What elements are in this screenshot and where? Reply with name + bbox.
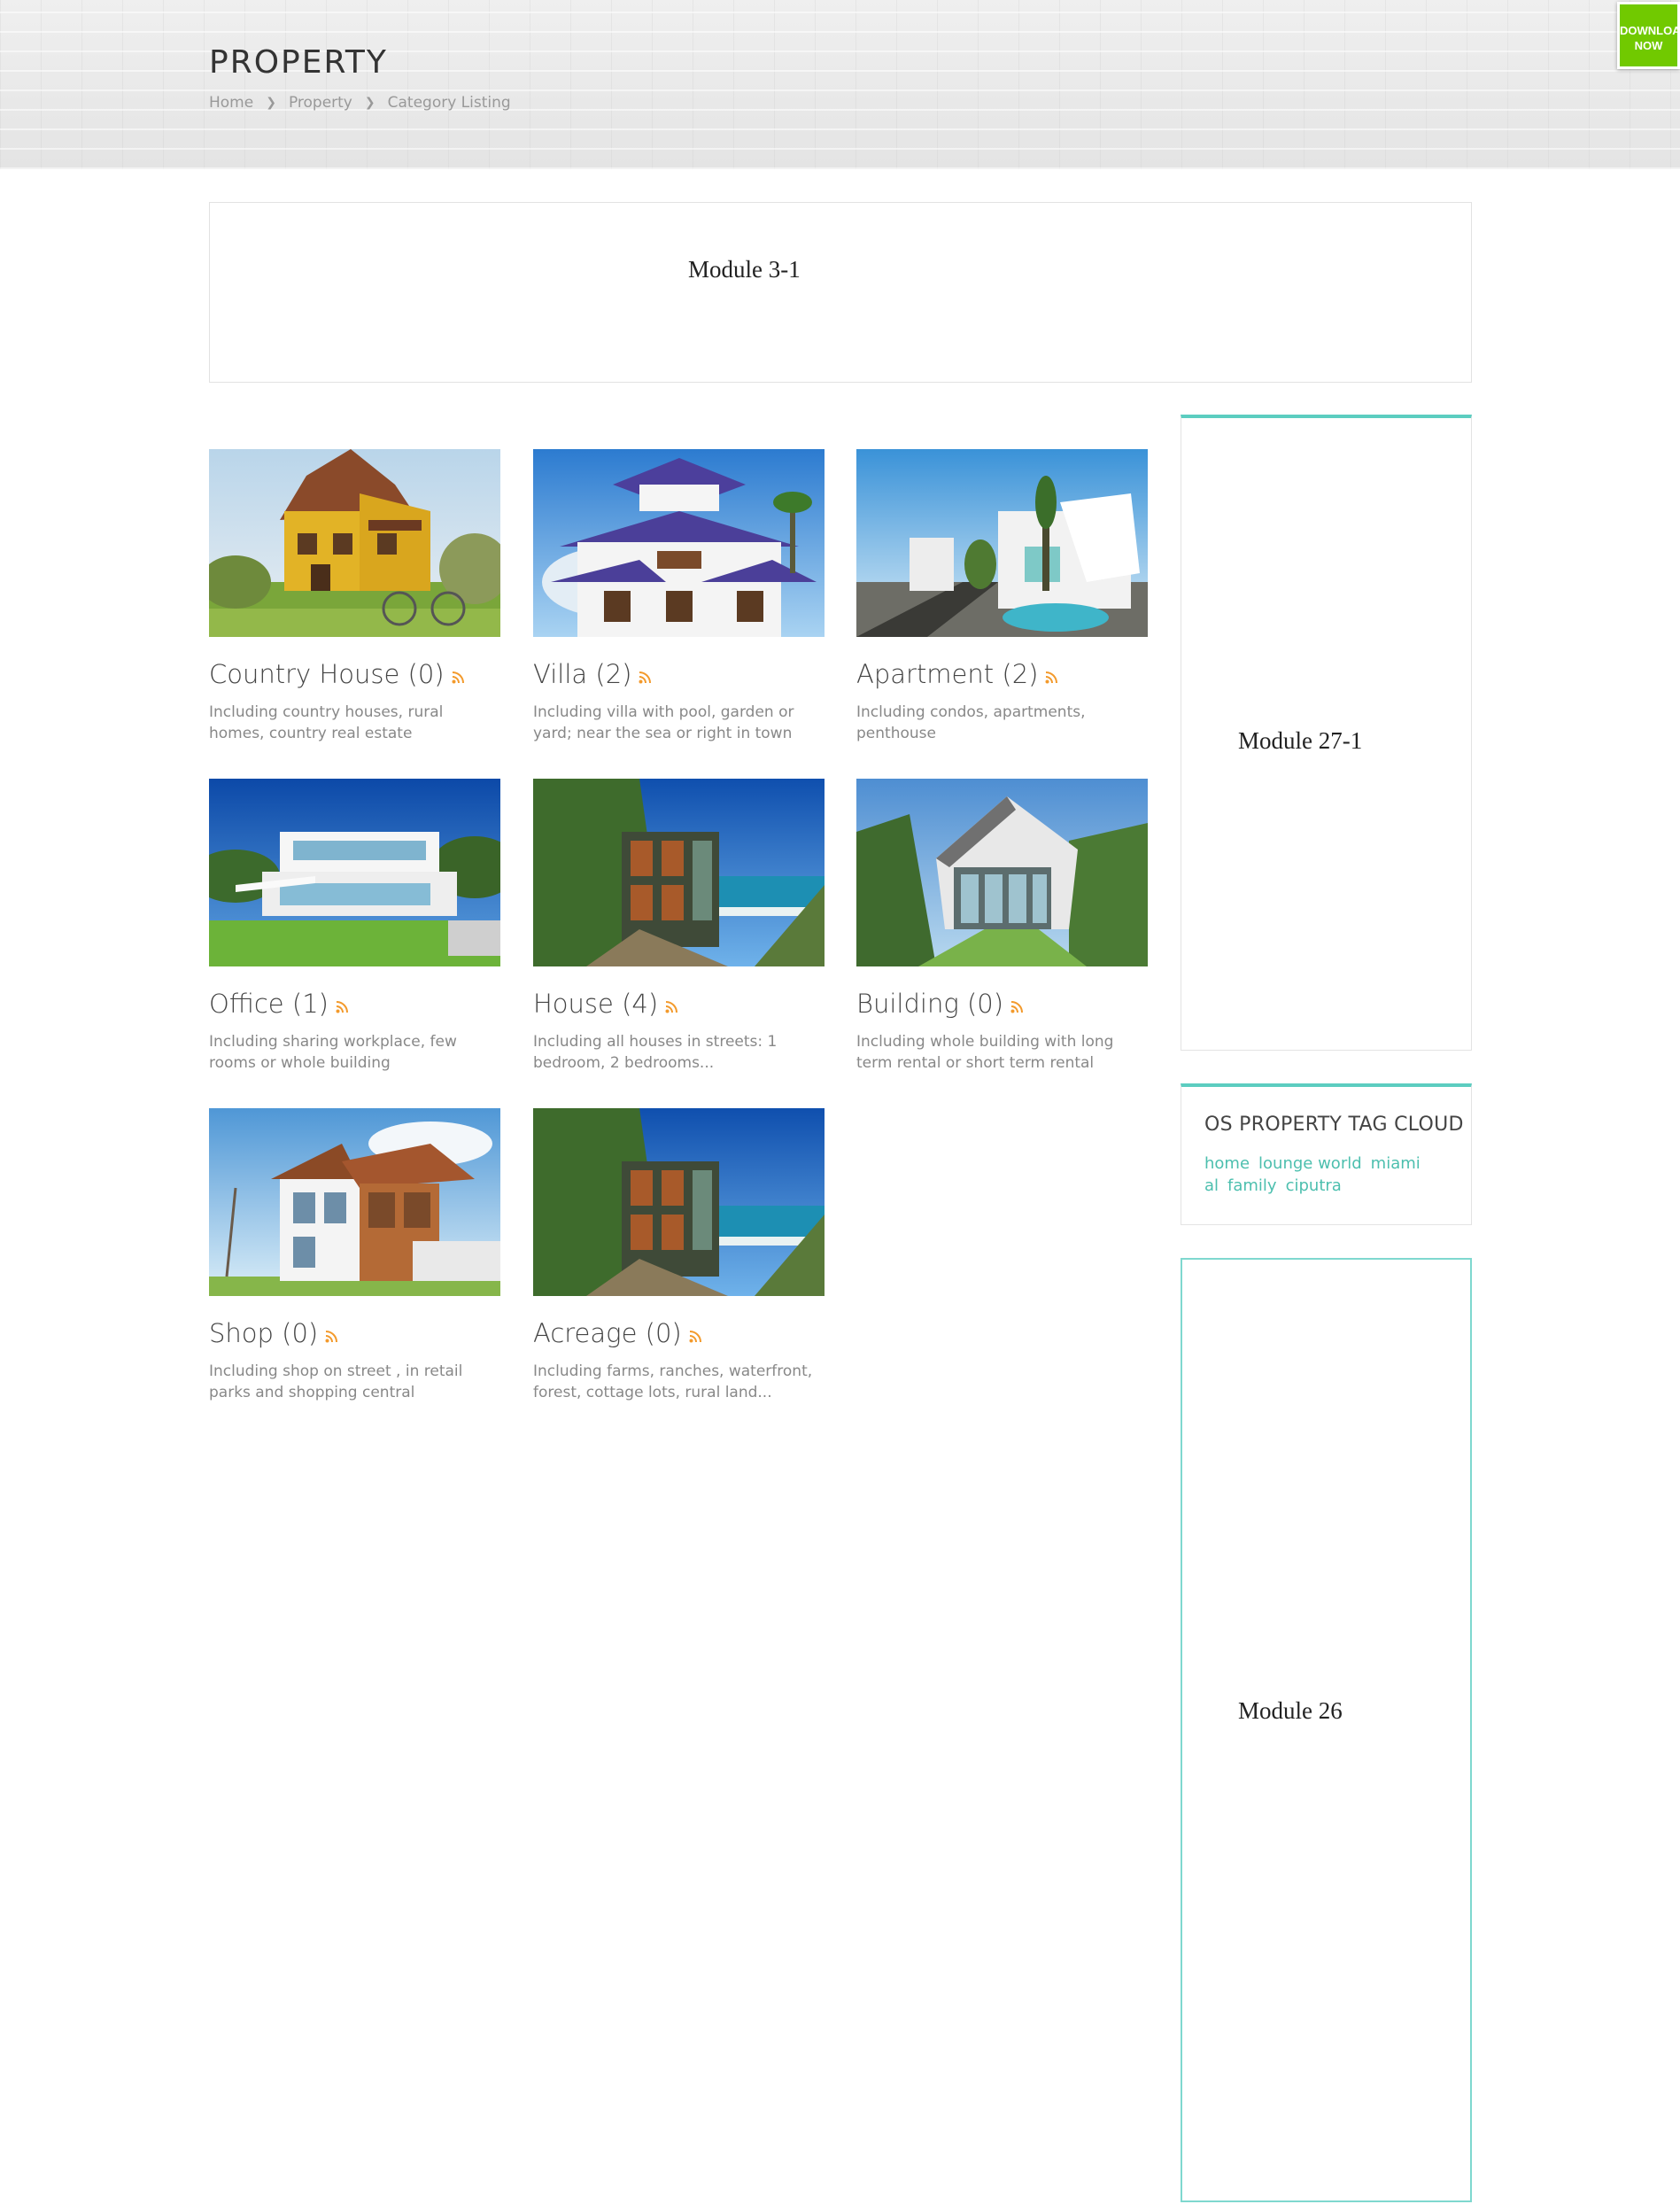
module-26: Module 26 — [1181, 1258, 1472, 2202]
category-description: Including sharing workplace, few rooms o… — [209, 1033, 457, 1072]
category-name[interactable]: Villa — [533, 659, 587, 689]
tag-link[interactable]: home — [1204, 1154, 1250, 1173]
category-name[interactable]: House — [533, 989, 614, 1019]
category-count: (0) — [282, 1318, 319, 1348]
category-description: Including all houses in streets: 1 bedro… — [533, 1033, 778, 1072]
breadcrumb-property[interactable]: Property — [289, 94, 352, 112]
tag-link[interactable]: lounge world — [1258, 1154, 1362, 1173]
apartment-image — [856, 449, 1148, 637]
category-description: Including villa with pool, garden or yar… — [533, 703, 794, 742]
villa-photo[interactable] — [533, 449, 825, 637]
category-count: (2) — [595, 659, 632, 689]
house-photo[interactable] — [533, 779, 825, 966]
tag-cloud-title: OS PROPERTY TAG CLOUD — [1204, 1114, 1464, 1136]
category-name[interactable]: Shop — [209, 1318, 274, 1348]
tag-link[interactable]: miami — [1371, 1154, 1421, 1173]
tag-cloud-module: OS PROPERTY TAG CLOUD home lounge world mi… — [1181, 1083, 1472, 1225]
rss-icon[interactable] — [1010, 1001, 1024, 1013]
villa-image — [533, 449, 825, 637]
rss-icon[interactable] — [452, 671, 464, 684]
chevron-right-icon: ❯ — [266, 96, 276, 110]
house-image — [533, 779, 825, 966]
acreage-image — [533, 1108, 825, 1296]
breadcrumb-home[interactable]: Home — [209, 94, 253, 112]
tag-link[interactable]: ciputra — [1286, 1176, 1342, 1195]
building-photo[interactable] — [856, 779, 1148, 966]
tag-link[interactable]: family — [1227, 1176, 1277, 1195]
office-photo[interactable] — [209, 779, 500, 966]
tag-list: home lounge world miami al family ciputra — [1204, 1153, 1444, 1197]
apartment-photo[interactable] — [856, 449, 1148, 637]
acreage-photo[interactable] — [533, 1108, 825, 1296]
category-description: Including shop on street , in retail par… — [209, 1362, 463, 1401]
module-label: Module 26 — [1238, 1697, 1343, 1724]
category-card[interactable]: Acreage (0) Including farms, ranches, wa… — [533, 1108, 825, 1403]
category-name[interactable]: Acreage — [533, 1318, 637, 1348]
category-description: Including farms, ranches, waterfront, fo… — [533, 1362, 813, 1401]
category-description: Including country houses, rural homes, c… — [209, 703, 444, 742]
category-count: (0) — [966, 989, 1004, 1019]
category-title[interactable]: Shop (0) — [209, 1318, 500, 1348]
rss-icon[interactable] — [1045, 671, 1058, 684]
category-title[interactable]: House (4) — [533, 989, 825, 1019]
rss-icon[interactable] — [689, 1331, 701, 1343]
category-card[interactable]: Shop (0) Including shop on street , in r… — [209, 1108, 500, 1403]
category-title[interactable]: Acreage (0) — [533, 1318, 825, 1348]
office-image — [209, 779, 500, 966]
page-header: PROPERTY Home ❯ Property ❯ Category List… — [0, 0, 1680, 169]
breadcrumb: Home ❯ Property ❯ Category Listing — [209, 94, 511, 112]
building-image — [856, 779, 1148, 966]
shop-image — [209, 1108, 500, 1296]
breadcrumb-current: Category Listing — [387, 94, 511, 112]
download-button-line2: NOW — [1634, 39, 1663, 52]
category-name[interactable]: Building — [856, 989, 959, 1019]
category-count: (0) — [645, 1318, 682, 1348]
module-label: Module 27-1 — [1238, 727, 1363, 754]
rss-icon[interactable] — [665, 1001, 678, 1013]
category-title[interactable]: Office (1) — [209, 989, 500, 1019]
category-count: (4) — [622, 989, 659, 1019]
tag-link[interactable]: al — [1204, 1176, 1219, 1195]
rss-icon[interactable] — [639, 671, 652, 684]
module-27-1: Module 27-1 — [1181, 415, 1472, 1051]
category-name[interactable]: Apartment — [856, 659, 994, 689]
category-description: Including whole building with long term … — [856, 1033, 1114, 1072]
category-name[interactable]: Country House — [209, 659, 399, 689]
category-count: (1) — [291, 989, 329, 1019]
chevron-right-icon: ❯ — [364, 96, 375, 110]
rss-icon[interactable] — [336, 1001, 348, 1013]
category-card[interactable]: House (4) Including all houses in street… — [533, 779, 825, 1074]
page-title: PROPERTY — [209, 44, 388, 81]
module-label: Module 3-1 — [688, 256, 801, 283]
category-title[interactable]: Villa (2) — [533, 659, 825, 689]
category-card[interactable]: Villa (2) Including villa with pool, gar… — [533, 449, 825, 744]
category-card[interactable]: Country House (0) Including country hous… — [209, 449, 500, 744]
category-card[interactable]: Apartment (2) Including condos, apartmen… — [856, 449, 1148, 744]
module-3-1: Module 3-1 — [209, 202, 1472, 383]
country-house-photo[interactable] — [209, 449, 500, 637]
shop-photo[interactable] — [209, 1108, 500, 1296]
category-card[interactable]: Office (1) Including sharing workplace, … — [209, 779, 500, 1074]
category-title[interactable]: Country House (0) — [209, 659, 500, 689]
category-name[interactable]: Office — [209, 989, 284, 1019]
category-title[interactable]: Apartment (2) — [856, 659, 1148, 689]
category-description: Including condos, apartments, penthouse — [856, 703, 1086, 742]
category-card[interactable]: Building (0) Including whole building wi… — [856, 779, 1148, 1074]
category-count: (0) — [407, 659, 445, 689]
rss-icon[interactable] — [325, 1331, 338, 1343]
country-house-image — [209, 449, 500, 637]
download-now-button[interactable]: DOWNLOA NOW — [1617, 2, 1680, 69]
category-count: (2) — [1002, 659, 1039, 689]
download-button-line1: DOWNLOA — [1620, 24, 1680, 37]
category-title[interactable]: Building (0) — [856, 989, 1148, 1019]
